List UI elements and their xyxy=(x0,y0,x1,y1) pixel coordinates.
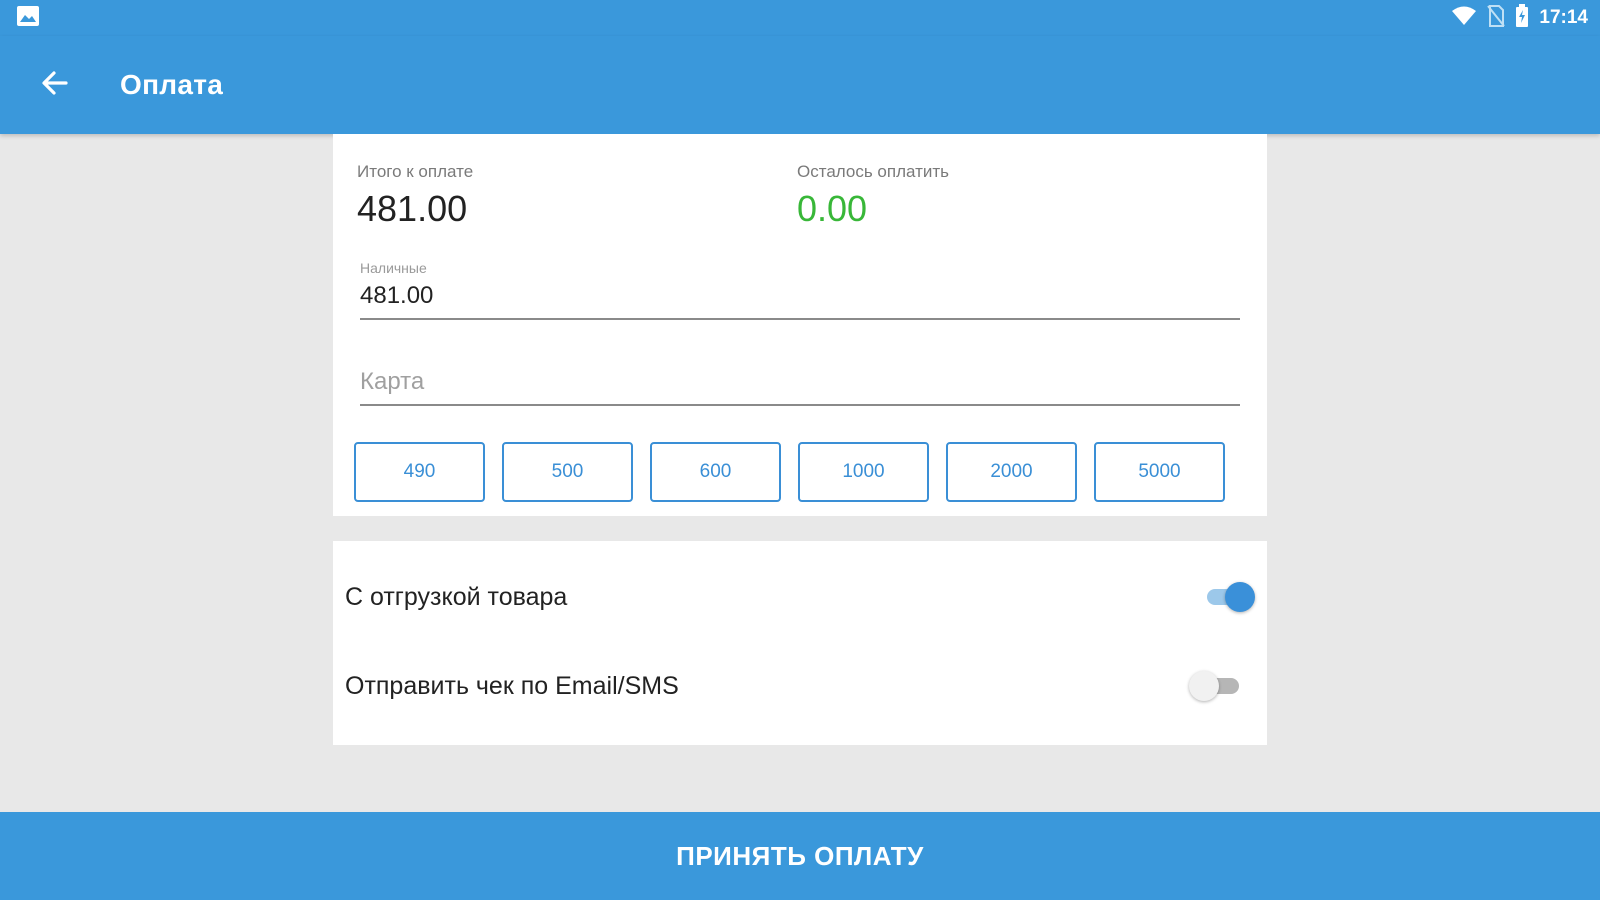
send-receipt-row: Отправить чек по Email/SMS xyxy=(345,669,1255,703)
arrow-back-icon xyxy=(39,68,69,103)
quick-amount-600-button[interactable]: 600 xyxy=(650,442,781,502)
back-button[interactable] xyxy=(26,57,82,113)
quick-amount-5000-button[interactable]: 5000 xyxy=(1094,442,1225,502)
switch-thumb xyxy=(1189,671,1219,701)
no-sim-icon xyxy=(1487,4,1506,32)
status-right: 17:14 xyxy=(1451,3,1588,33)
status-time: 17:14 xyxy=(1539,7,1588,28)
send-receipt-toggle[interactable] xyxy=(1189,669,1245,703)
total-value: 481.00 xyxy=(357,188,468,229)
shipment-label: С отгрузкой товара xyxy=(345,582,568,611)
quick-amount-2000-button[interactable]: 2000 xyxy=(946,442,1077,502)
quick-amounts: 490 500 600 1000 2000 5000 xyxy=(354,442,1225,502)
quick-amount-1000-button[interactable]: 1000 xyxy=(798,442,929,502)
quick-amount-490-button[interactable]: 490 xyxy=(354,442,485,502)
shipment-toggle[interactable] xyxy=(1199,580,1255,614)
image-notification-icon xyxy=(16,5,40,32)
total-label: Итого к оплате xyxy=(357,162,474,181)
card-input[interactable] xyxy=(360,362,1240,406)
totals-row: Итого к оплате 481.00 Осталось оплатить … xyxy=(357,162,1237,230)
accept-payment-button[interactable]: ПРИНЯТЬ ОПЛАТУ xyxy=(0,812,1600,900)
options-card: С отгрузкой товара Отправить чек по Emai… xyxy=(333,541,1267,745)
remaining-block: Осталось оплатить 0.00 xyxy=(797,162,1237,230)
status-bar: 17:14 xyxy=(0,0,1600,36)
send-receipt-label: Отправить чек по Email/SMS xyxy=(345,671,679,700)
cash-input[interactable] xyxy=(360,276,1240,320)
switch-thumb xyxy=(1225,582,1255,612)
payment-card: Итого к оплате 481.00 Осталось оплатить … xyxy=(333,134,1267,516)
app-bar: Оплата xyxy=(0,36,1600,134)
cash-label: Наличные xyxy=(360,260,427,276)
quick-amount-500-button[interactable]: 500 xyxy=(502,442,633,502)
page-title: Оплата xyxy=(120,69,224,100)
wifi-icon xyxy=(1451,6,1477,31)
remaining-value: 0.00 xyxy=(797,188,868,229)
shipment-row: С отгрузкой товара xyxy=(345,580,1255,614)
battery-icon xyxy=(1515,3,1529,33)
cash-field: Наличные xyxy=(360,260,1240,320)
total-block: Итого к оплате 481.00 xyxy=(357,162,797,230)
card-field xyxy=(360,362,1240,406)
status-left xyxy=(16,5,40,32)
remaining-label: Осталось оплатить xyxy=(797,162,950,181)
